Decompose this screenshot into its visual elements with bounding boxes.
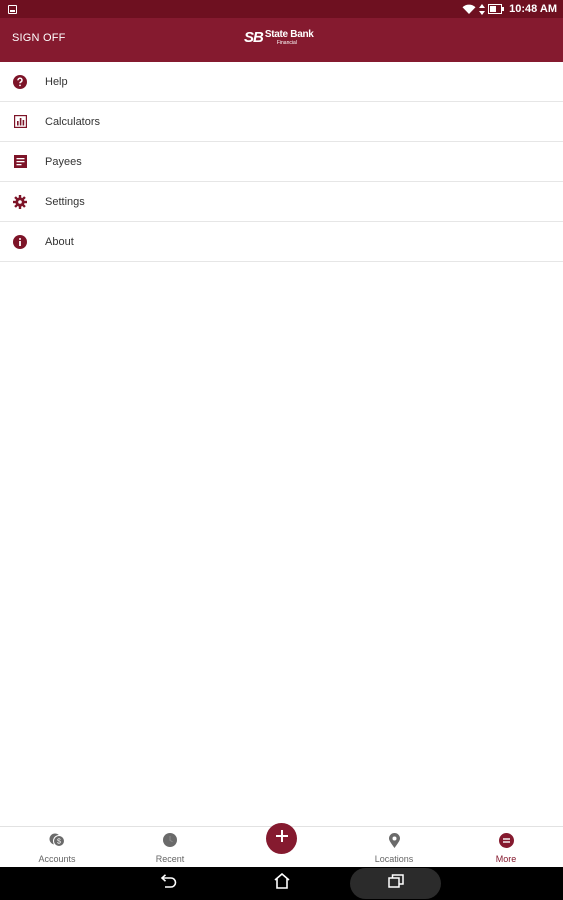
status-left xyxy=(8,4,17,14)
menu-item-payees[interactable]: Payees xyxy=(0,142,563,182)
plus-icon xyxy=(275,829,289,848)
menu-item-settings[interactable]: Settings xyxy=(0,182,563,222)
sign-off-button[interactable]: SIGN OFF xyxy=(12,32,66,44)
recents-icon xyxy=(388,874,404,893)
logo-sub: Financial xyxy=(276,40,297,46)
payees-icon xyxy=(12,154,28,170)
tab-more[interactable]: More xyxy=(461,827,551,867)
logo-name: State Bank xyxy=(264,29,314,40)
tab-label: Locations xyxy=(374,854,414,864)
battery-icon xyxy=(488,4,505,14)
home-button[interactable] xyxy=(264,867,300,900)
system-nav-bar xyxy=(0,867,563,900)
add-button[interactable] xyxy=(266,823,297,854)
menu-item-calculators[interactable]: Calculators xyxy=(0,102,563,142)
more-menu: Help Calculators Payees Settings About xyxy=(0,62,563,262)
location-pin-icon xyxy=(388,832,400,848)
back-icon xyxy=(159,874,177,893)
tab-label: Recent xyxy=(155,854,185,864)
menu-item-label: Settings xyxy=(45,195,85,208)
home-icon xyxy=(273,872,291,894)
app-header: SIGN OFF SB State Bank Financial xyxy=(0,18,563,62)
status-bar: 10:48 AM xyxy=(0,0,563,18)
menu-item-label: Calculators xyxy=(45,115,101,128)
svg-text:$: $ xyxy=(57,839,61,846)
info-icon xyxy=(12,234,28,250)
recent-icon xyxy=(163,832,177,848)
recents-button[interactable] xyxy=(377,867,415,900)
gear-icon xyxy=(12,194,28,210)
wifi-icon xyxy=(462,4,476,15)
back-button[interactable] xyxy=(150,867,186,900)
tab-locations[interactable]: Locations xyxy=(349,827,439,867)
status-time: 10:48 AM xyxy=(509,3,557,15)
help-icon xyxy=(12,74,28,90)
tab-accounts[interactable]: $ Accounts xyxy=(12,827,102,867)
tab-recent[interactable]: Recent xyxy=(125,827,215,867)
menu-item-about[interactable]: About xyxy=(0,222,563,262)
status-right: 10:48 AM xyxy=(462,3,557,15)
data-arrows-icon xyxy=(479,3,486,15)
logo-mark: SB xyxy=(244,29,264,46)
menu-item-help[interactable]: Help xyxy=(0,62,563,102)
menu-item-label: Payees xyxy=(45,155,82,168)
calculator-icon xyxy=(12,114,28,130)
notification-icon xyxy=(8,4,17,14)
menu-item-label: Help xyxy=(45,75,68,88)
tab-label: Accounts xyxy=(38,854,76,864)
accounts-icon: $ xyxy=(49,832,65,848)
tab-label: More xyxy=(495,854,517,864)
menu-item-label: About xyxy=(45,235,74,248)
bank-logo: SB State Bank Financial xyxy=(244,30,314,48)
more-icon xyxy=(498,832,514,848)
logo-text: State Bank Financial xyxy=(265,30,314,48)
